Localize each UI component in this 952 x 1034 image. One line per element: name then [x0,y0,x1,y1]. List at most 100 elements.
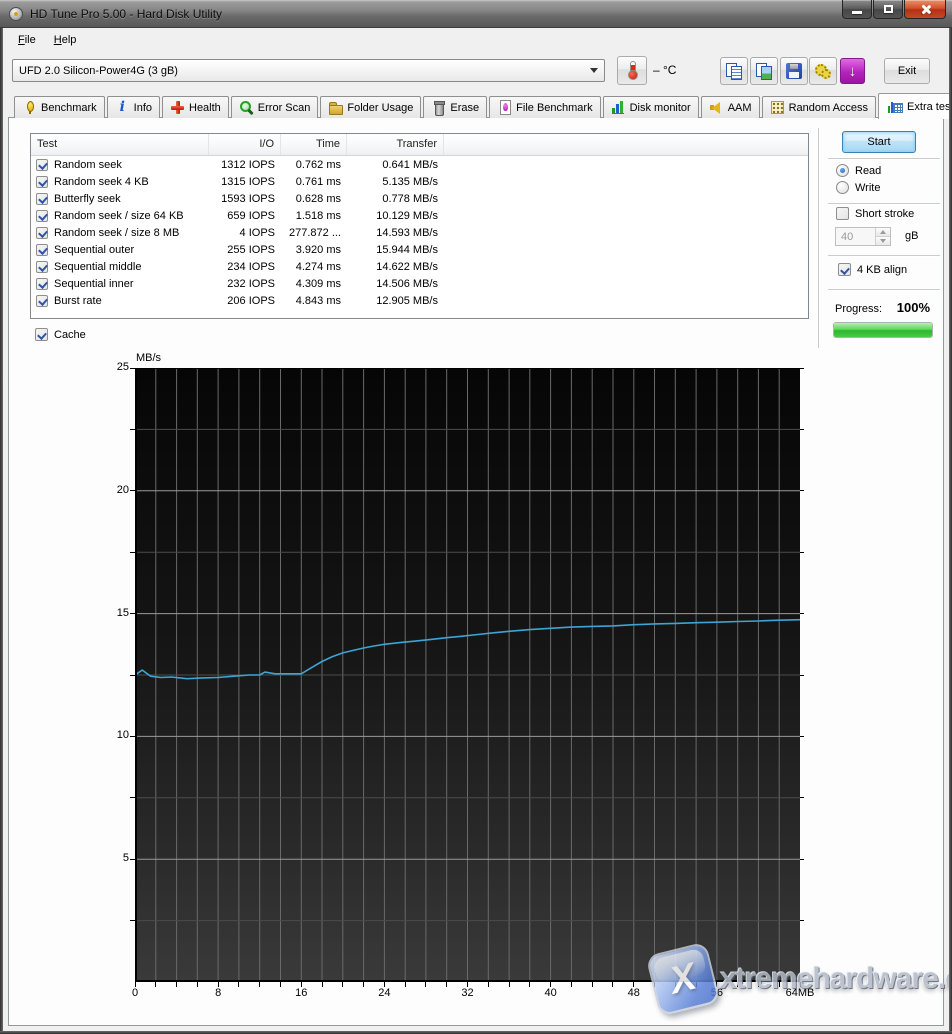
table-row[interactable]: Random seek / size 64 KB659 IOPS1.518 ms… [31,207,808,224]
table-row[interactable]: Burst rate206 IOPS4.843 ms12.905 MB/s [31,292,808,309]
cache-checkbox-label[interactable]: Cache [54,329,86,341]
tab-benchmark[interactable]: Benchmark [14,96,105,118]
x-axis-tick [509,982,510,987]
row-checkbox[interactable] [36,210,48,222]
close-button[interactable] [904,0,946,19]
io-value: 1312 IOPS [209,159,281,171]
transfer-value: 0.641 MB/s [347,159,444,171]
time-value: 277.872 ... [281,227,347,239]
tab-disk-monitor[interactable]: Disk monitor [603,96,699,118]
y-axis-tick [130,736,135,737]
read-radio[interactable] [836,164,849,177]
x-axis-tick [342,982,343,987]
row-checkbox[interactable] [36,261,48,273]
write-radio[interactable] [836,181,849,194]
tab-label: Erase [450,102,479,114]
test-name: Sequential outer [54,244,134,256]
row-checkbox[interactable] [36,159,48,171]
table-row[interactable]: Sequential inner232 IOPS4.309 ms14.506 M… [31,275,808,292]
x-axis-tick [550,982,551,987]
test-name: Sequential inner [54,278,134,290]
spinner-down-button[interactable] [876,237,890,245]
table-header: TestI/OTimeTransfer [31,134,808,156]
y-axis-tick [130,675,135,676]
save-button[interactable] [780,57,808,85]
align-checkbox-label[interactable]: 4 KB align [857,264,907,276]
test-name: Random seek 4 KB [54,176,149,188]
transfer-value: 5.135 MB/s [347,176,444,188]
table-row[interactable]: Butterfly seek1593 IOPS0.628 ms0.778 MB/… [31,190,808,207]
test-name: Random seek / size 64 KB [54,210,184,222]
y-axis-tick-right [800,859,804,860]
table-row[interactable]: Random seek / size 8 MB4 IOPS277.872 ...… [31,224,808,241]
tab-aam[interactable]: AAM [701,96,760,118]
table-row[interactable]: Sequential middle234 IOPS4.274 ms14.622 … [31,258,808,275]
minimize-button[interactable] [842,0,872,19]
x-axis-tick [280,982,281,987]
temperature-button[interactable] [617,56,647,85]
progress-bar [833,322,933,338]
row-checkbox[interactable] [36,295,48,307]
menu-item-help[interactable]: Help [45,31,86,49]
x-axis-tick [176,982,177,987]
table-row[interactable]: Random seek 4 KB1315 IOPS0.761 ms5.135 M… [31,173,808,190]
x-axis-tick [322,982,323,987]
disk-monitor-icon [611,100,626,115]
window-border-left [0,28,3,1034]
menu-item-file[interactable]: File [9,31,45,49]
start-button[interactable]: Start [842,131,916,153]
maximize-button[interactable] [873,0,903,19]
io-value: 4 IOPS [209,227,281,239]
time-value: 1.518 ms [281,210,347,222]
drive-select-combobox[interactable]: UFD 2.0 Silicon-Power4G (3 gB) [12,59,605,82]
read-radio-label[interactable]: Read [855,165,881,177]
table-row[interactable]: Sequential outer255 IOPS3.920 ms15.944 M… [31,241,808,258]
time-value: 0.761 ms [281,176,347,188]
test-name: Butterfly seek [54,193,121,205]
row-checkbox[interactable] [36,193,48,205]
tab-health[interactable]: Health [162,96,229,118]
time-value: 4.274 ms [281,261,347,273]
x-axis-tick [425,982,426,987]
y-axis-tick-label: 25 [99,361,129,373]
y-axis-tick-right [800,736,804,737]
column-header-test: Test [31,134,209,155]
short-stroke-label[interactable]: Short stroke [855,208,914,220]
test-name: Burst rate [54,295,102,307]
tab-extra-tests[interactable]: Extra tests [878,93,952,119]
exit-button[interactable]: Exit [884,58,930,84]
x-axis-tick [758,982,759,987]
align-checkbox[interactable] [838,263,851,276]
y-axis-tick-label: 20 [99,484,129,496]
tab-info[interactable]: Info [107,96,160,118]
cache-checkbox[interactable] [35,328,48,341]
tab-file-benchmark[interactable]: File Benchmark [489,96,600,118]
copy-text-button[interactable] [720,57,748,85]
options-button[interactable] [809,57,837,85]
test-name: Random seek [54,159,122,171]
panel-separator-vertical [818,128,820,348]
short-stroke-checkbox[interactable] [836,207,849,220]
tab-error-scan[interactable]: Error Scan [231,96,319,118]
row-checkbox[interactable] [36,278,48,290]
row-checkbox[interactable] [36,176,48,188]
x-axis-tick [467,982,468,987]
row-checkbox[interactable] [36,227,48,239]
menubar: FileHelp [3,28,949,51]
y-axis-tick [130,368,135,369]
tab-random-access[interactable]: Random Access [762,96,876,118]
y-axis-tick [130,859,135,860]
download-button[interactable]: ↓ [840,58,865,84]
short-stroke-size-spinner[interactable]: 40 [835,227,891,246]
write-radio-label[interactable]: Write [855,182,880,194]
row-checkbox[interactable] [36,244,48,256]
transfer-value: 10.129 MB/s [347,210,444,222]
spinner-up-button[interactable] [876,228,890,237]
transfer-value: 14.506 MB/s [347,278,444,290]
short-stroke-size-value: 40 [836,228,875,245]
x-axis-tick-label: 48 [628,987,640,999]
tab-folder-usage[interactable]: Folder Usage [320,96,421,118]
copy-image-button[interactable] [750,57,778,85]
table-row[interactable]: Random seek1312 IOPS0.762 ms0.641 MB/s [31,156,808,173]
tab-erase[interactable]: Erase [423,96,487,118]
